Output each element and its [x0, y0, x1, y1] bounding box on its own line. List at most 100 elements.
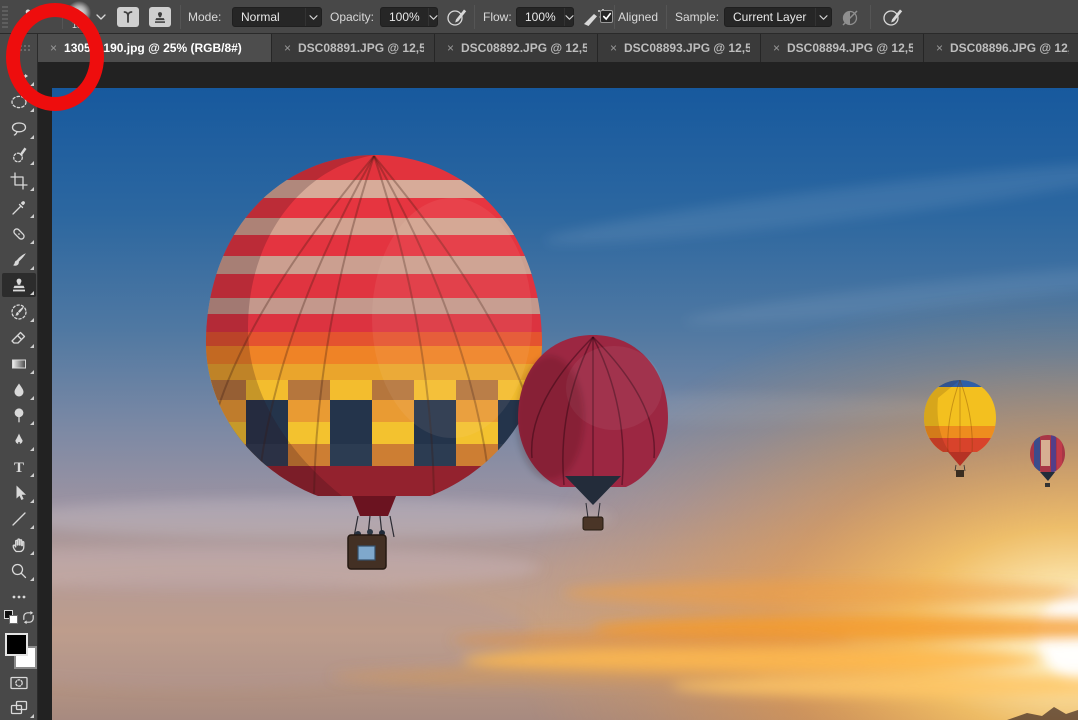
tab-document-4[interactable]: × DSC08893.JPG @ 12,5… [598, 34, 761, 62]
options-bar: 13 Mode: Normal Opacity: 100% [0, 0, 1078, 34]
tool-path-selection[interactable] [2, 481, 36, 505]
tool-gradient[interactable] [2, 352, 36, 376]
sample-select[interactable]: Current Layer [724, 7, 832, 27]
quick-mask-icon [9, 674, 29, 692]
dodge-icon [10, 406, 28, 424]
tool-line[interactable] [2, 507, 36, 531]
check-icon [602, 12, 612, 21]
tab-document-2[interactable]: × DSC08891.JPG @ 12,5… [272, 34, 435, 62]
ellipsis-icon [10, 588, 28, 606]
type-icon: T [10, 458, 28, 476]
chevron-down-icon [305, 8, 321, 26]
sample-label: Sample: [675, 10, 719, 24]
chevron-down-icon [428, 8, 438, 26]
history-brush-icon [10, 303, 28, 321]
magnifier-icon [10, 562, 28, 580]
hand-icon [10, 536, 28, 554]
tab-document-5[interactable]: × DSC08894.JPG @ 12,5… [761, 34, 924, 62]
chevron-down-icon [96, 13, 106, 21]
tool-hand[interactable] [2, 533, 36, 557]
tab-title: DSC08892.JPG @ 12,5… [461, 41, 587, 55]
pressure-opacity-icon[interactable] [446, 6, 468, 28]
tab-title: DSC08896.JPG @ 12,5… [950, 41, 1069, 55]
tool-spot-healing-brush[interactable] [2, 222, 36, 246]
crop-icon [10, 172, 28, 190]
close-icon[interactable]: × [284, 41, 291, 55]
tool-eyedropper[interactable] [2, 196, 36, 220]
document-canvas-photo[interactable] [52, 88, 1078, 720]
tool-quick-selection[interactable] [2, 143, 36, 167]
close-icon[interactable]: × [447, 41, 454, 55]
brush-settings-icon [120, 10, 136, 24]
toggle-clone-source-panel-button[interactable] [149, 7, 171, 27]
svg-text:T: T [14, 460, 24, 476]
tab-document-3[interactable]: × DSC08892.JPG @ 12,5… [435, 34, 598, 62]
pressure-size-icon[interactable] [882, 6, 904, 28]
options-bar-grip[interactable] [2, 6, 8, 28]
sample-value: Current Layer [725, 10, 815, 24]
clone-stamp-icon [10, 276, 28, 294]
selection-arrow-icon [10, 484, 28, 502]
line-icon [10, 510, 28, 528]
separator [474, 5, 475, 29]
separator [870, 5, 871, 29]
tool-clone-stamp[interactable] [2, 273, 36, 297]
tool-dodge[interactable] [2, 403, 36, 427]
spot-healing-icon [10, 225, 28, 243]
close-icon[interactable]: × [936, 41, 943, 55]
flow-select[interactable]: 100% [516, 7, 574, 27]
blur-drop-icon [10, 381, 28, 399]
separator [180, 5, 181, 29]
eraser-icon [10, 329, 28, 347]
chevron-down-icon [815, 8, 831, 26]
mode-label: Mode: [188, 10, 221, 24]
swap-colors-icon[interactable] [21, 610, 36, 625]
tool-blur[interactable] [2, 378, 36, 402]
eyedropper-icon [10, 199, 28, 217]
tool-zoom[interactable] [2, 559, 36, 583]
separator [614, 5, 615, 29]
tool-crop[interactable] [2, 169, 36, 193]
aligned-label: Aligned [618, 10, 658, 24]
tool-lasso[interactable] [2, 117, 36, 141]
aligned-checkbox[interactable] [600, 10, 613, 23]
tab-title: DSC08891.JPG @ 12,5… [298, 41, 424, 55]
tool-brush[interactable] [2, 248, 36, 272]
tool-eraser[interactable] [2, 326, 36, 350]
mode-select[interactable]: Normal [232, 7, 322, 27]
gradient-icon [10, 355, 28, 373]
flow-value: 100% [517, 10, 564, 24]
screen-mode-button[interactable] [2, 696, 36, 720]
opacity-label: Opacity: [330, 10, 374, 24]
pen-icon [10, 432, 28, 450]
default-background-swatch [9, 615, 18, 624]
opacity-value: 100% [381, 10, 428, 24]
separator [666, 5, 667, 29]
close-icon[interactable]: × [610, 41, 617, 55]
quick-selection-icon [10, 146, 28, 164]
toggle-brush-settings-panel-button[interactable] [117, 7, 139, 27]
tool-history-brush[interactable] [2, 300, 36, 324]
chevron-down-icon [564, 8, 574, 26]
screen-mode-icon [9, 699, 29, 717]
red-annotation-circle [6, 3, 104, 111]
ignore-adjustment-layers-icon[interactable] [840, 8, 860, 28]
default-colors-button[interactable] [4, 610, 18, 624]
tab-document-6[interactable]: × DSC08896.JPG @ 12,5… [924, 34, 1078, 62]
document-tab-bar: × 130501190.jpg @ 25% (RGB/8#) × DSC0889… [38, 34, 1078, 62]
quick-mask-button[interactable] [2, 671, 36, 695]
mode-value: Normal [233, 10, 305, 24]
tool-pen[interactable] [2, 429, 36, 453]
tools-panel: T [0, 34, 38, 720]
tool-type[interactable]: T [2, 455, 36, 479]
foreground-color-swatch[interactable] [5, 633, 28, 656]
brush-icon [10, 251, 28, 269]
opacity-select[interactable]: 100% [380, 7, 438, 27]
lasso-icon [10, 120, 28, 138]
close-icon[interactable]: × [773, 41, 780, 55]
edit-toolbar-button[interactable] [2, 585, 36, 609]
canvas-pasteboard[interactable] [38, 62, 1078, 720]
flow-label: Flow: [483, 10, 512, 24]
clone-source-icon [152, 10, 168, 25]
tab-title: DSC08894.JPG @ 12,5… [787, 41, 913, 55]
